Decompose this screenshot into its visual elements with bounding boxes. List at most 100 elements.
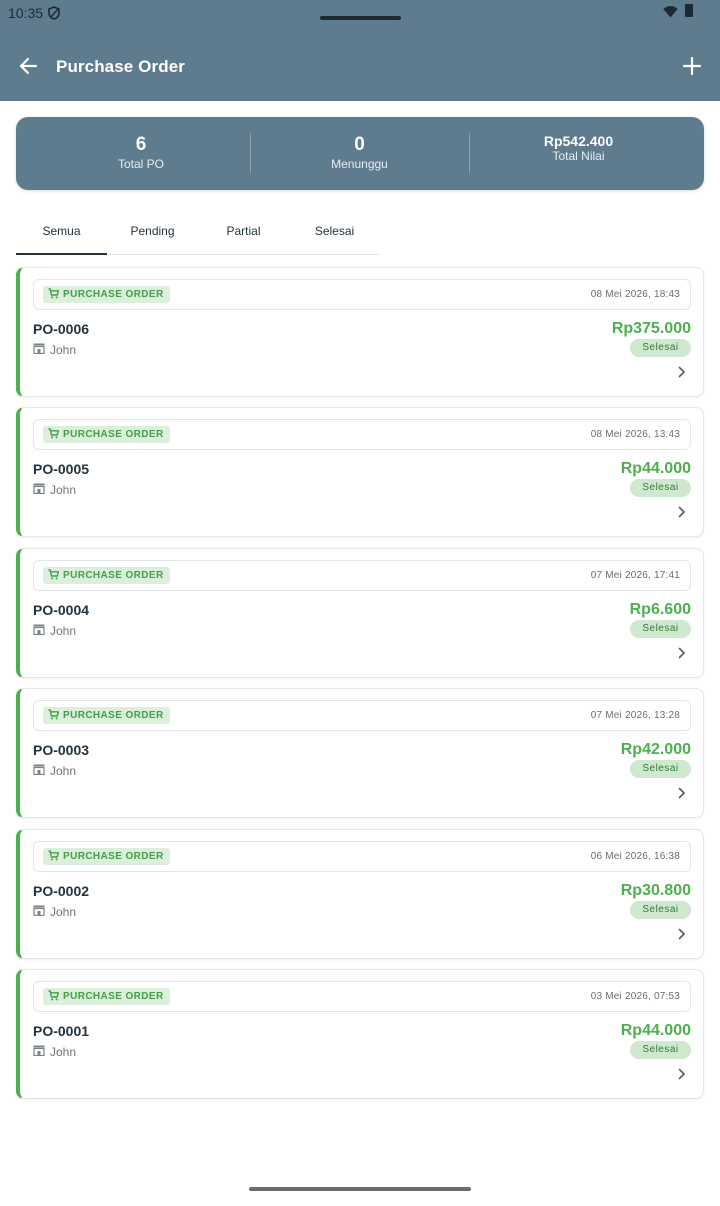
page-title: Purchase Order [56, 57, 185, 76]
order-type-label: PURCHASE ORDER [63, 851, 164, 862]
total-po-label: Total PO [117, 157, 165, 171]
open-order-button[interactable] [675, 786, 689, 804]
shopping-cart-icon [48, 707, 60, 725]
store-icon [33, 622, 45, 640]
order-supplier: John [33, 622, 76, 640]
order-card[interactable]: PURCHASE ORDER 07 Mei 2026, 13:28 PO-000… [16, 688, 704, 818]
shopping-cart-icon [48, 988, 60, 1006]
order-date: 06 Mei 2026, 16:38 [590, 851, 680, 862]
wifi-icon [663, 5, 678, 23]
order-date: 07 Mei 2026, 17:41 [590, 570, 680, 581]
open-order-button[interactable] [675, 505, 689, 523]
supplier-name: John [50, 905, 77, 919]
order-supplier: John [33, 481, 76, 499]
tab-partial[interactable]: Partial [198, 211, 289, 255]
order-supplier: John [33, 1043, 76, 1061]
chevron-right-icon [678, 505, 686, 523]
order-number: PO-0004 [33, 602, 90, 618]
order-number: PO-0003 [33, 742, 90, 758]
order-type-label: PURCHASE ORDER [63, 570, 164, 581]
chevron-right-icon [678, 646, 686, 664]
order-supplier: John [33, 903, 76, 921]
open-order-button[interactable] [675, 1067, 689, 1085]
status-badge: Selesai [630, 620, 691, 638]
chevron-right-icon [678, 927, 686, 945]
shopping-cart-icon [48, 426, 60, 444]
menunggu-value: 0 [354, 134, 365, 155]
order-card[interactable]: PURCHASE ORDER 08 Mei 2026, 18:43 PO-000… [16, 267, 704, 397]
order-amount: Rp375.000 [611, 320, 691, 337]
order-card[interactable]: PURCHASE ORDER 03 Mei 2026, 07:53 PO-000… [16, 969, 704, 1099]
order-type-label: PURCHASE ORDER [63, 710, 164, 721]
store-icon [33, 762, 45, 780]
tab-selesai[interactable]: Selesai [289, 211, 380, 255]
order-type-badge: PURCHASE ORDER [43, 567, 170, 584]
order-amount: Rp42.000 [620, 741, 691, 758]
order-card[interactable]: PURCHASE ORDER 07 Mei 2026, 17:41 PO-000… [16, 548, 704, 678]
order-type-badge: PURCHASE ORDER [43, 286, 170, 303]
status-bar: 10:35 [0, 0, 720, 32]
shield-icon [48, 6, 60, 25]
order-supplier: John [33, 341, 76, 359]
chevron-right-icon [678, 1067, 686, 1085]
total-po-value: 6 [135, 134, 147, 155]
order-date: 07 Mei 2026, 13:28 [590, 710, 680, 721]
open-order-button[interactable] [675, 646, 689, 664]
order-type-label: PURCHASE ORDER [63, 289, 164, 300]
order-date: 08 Mei 2026, 13:43 [590, 429, 680, 440]
store-icon [33, 481, 45, 499]
filter-tabs: Semua Pending Partial Selesai [16, 211, 380, 255]
add-order-button[interactable] [678, 54, 706, 82]
status-badge: Selesai [630, 760, 691, 778]
order-number: PO-0005 [33, 461, 90, 477]
shopping-cart-icon [48, 848, 60, 866]
order-supplier: John [33, 762, 76, 780]
supplier-name: John [50, 483, 77, 497]
status-badge: Selesai [630, 339, 691, 357]
order-card-header: PURCHASE ORDER 07 Mei 2026, 17:41 [33, 560, 691, 591]
store-icon [33, 341, 45, 359]
status-badge: Selesai [630, 901, 691, 919]
chevron-right-icon [678, 786, 686, 804]
order-card-header: PURCHASE ORDER 08 Mei 2026, 18:43 [33, 279, 691, 310]
menunggu-label: Menunggu [331, 157, 388, 171]
summary-total-po: 6 Total PO [32, 117, 250, 190]
order-type-badge: PURCHASE ORDER [43, 988, 170, 1005]
battery-icon [685, 4, 693, 17]
order-card-header: PURCHASE ORDER 03 Mei 2026, 07:53 [33, 981, 691, 1012]
order-card-header: PURCHASE ORDER 07 Mei 2026, 13:28 [33, 700, 691, 731]
supplier-name: John [50, 764, 77, 778]
plus-icon [682, 56, 702, 80]
order-card-header: PURCHASE ORDER 08 Mei 2026, 13:43 [33, 419, 691, 450]
open-order-button[interactable] [675, 927, 689, 945]
order-type-label: PURCHASE ORDER [63, 991, 164, 1002]
supplier-name: John [50, 1045, 77, 1059]
tab-pending[interactable]: Pending [107, 211, 198, 255]
store-icon [33, 1043, 45, 1061]
status-badge: Selesai [630, 479, 691, 497]
order-type-badge: PURCHASE ORDER [43, 426, 170, 443]
back-button[interactable] [14, 54, 42, 82]
open-order-button[interactable] [675, 366, 689, 381]
order-number: PO-0001 [33, 1023, 90, 1039]
order-amount: Rp6.600 [629, 601, 691, 618]
total-nilai-value: Rp542.400 [543, 133, 614, 149]
order-type-label: PURCHASE ORDER [63, 429, 164, 440]
order-number: PO-0002 [33, 883, 90, 899]
order-card[interactable]: PURCHASE ORDER 06 Mei 2026, 16:38 PO-000… [16, 829, 704, 959]
order-amount: Rp30.800 [620, 882, 691, 899]
supplier-name: John [50, 624, 77, 638]
order-card[interactable]: PURCHASE ORDER 08 Mei 2026, 13:43 PO-000… [16, 407, 704, 537]
home-indicator [249, 1187, 471, 1191]
summary-menunggu: 0 Menunggu [250, 117, 469, 190]
tab-semua[interactable]: Semua [16, 211, 107, 255]
arrow-left-icon [18, 56, 38, 81]
store-icon [33, 903, 45, 921]
order-type-badge: PURCHASE ORDER [43, 848, 170, 865]
order-date: 08 Mei 2026, 18:43 [590, 289, 680, 300]
order-amount: Rp44.000 [620, 460, 691, 477]
order-amount: Rp44.000 [620, 1022, 691, 1039]
status-time: 10:35 [8, 5, 44, 21]
status-badge: Selesai [630, 1041, 691, 1059]
summary-card: 6 Total PO 0 Menunggu Rp542.400 Total Ni… [16, 117, 704, 190]
